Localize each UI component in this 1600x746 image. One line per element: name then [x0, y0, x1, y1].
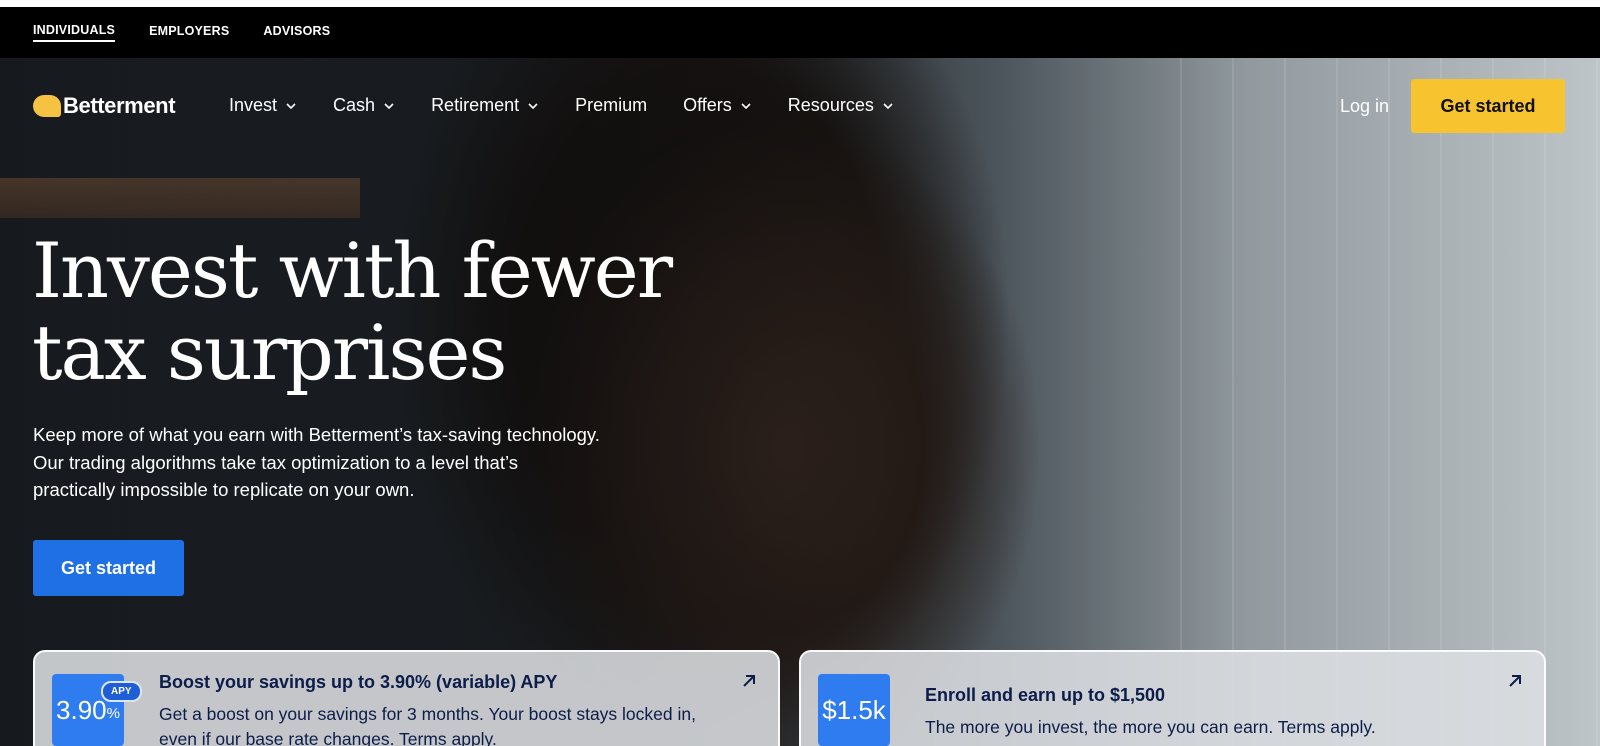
badge-suffix: % [106, 704, 120, 722]
hero-background [0, 58, 1600, 746]
apy-tag: APY [101, 681, 142, 702]
nav-item-cash[interactable]: Cash [333, 95, 395, 116]
nav-item-resources[interactable]: Resources [788, 95, 894, 116]
promo-card-enroll[interactable]: $1.5k Enroll and earn up to $1,500 The m… [799, 650, 1546, 746]
chevron-down-icon [527, 100, 539, 112]
card-title: Enroll and earn up to $1,500 [925, 685, 1166, 705]
nav-item-label: Retirement [431, 95, 520, 115]
tab-advisors[interactable]: ADVISORS [263, 24, 330, 41]
background-shelf [0, 178, 360, 218]
promo-card-savings[interactable]: 3.90% APY Boost your savings up to 3.90%… [33, 650, 780, 746]
tab-employers[interactable]: EMPLOYERS [149, 24, 229, 41]
headline-line-2: tax surprises [32, 308, 507, 397]
get-started-button-header[interactable]: Get started [1411, 79, 1565, 133]
subtitle-line-3: practically impossible to replicate on y… [33, 479, 415, 500]
badge-value: 3.90 [56, 694, 107, 725]
hero-subtitle: Keep more of what you earn with Betterme… [33, 421, 613, 504]
headline-line-1: Invest with fewer [32, 226, 673, 315]
chevron-down-icon [740, 100, 752, 112]
chevron-down-icon [383, 100, 395, 112]
arrow-up-right-icon[interactable] [1506, 672, 1524, 690]
background-wall [1180, 58, 1600, 746]
nav-item-label: Cash [333, 95, 376, 115]
nav-item-label: Premium [575, 95, 648, 115]
get-started-button-hero[interactable]: Get started [33, 540, 184, 596]
logo-mark-icon [33, 95, 61, 117]
nav-item-retirement[interactable]: Retirement [431, 95, 539, 116]
card-title: Boost your savings up to 3.90% (variable… [159, 672, 558, 692]
tab-individuals[interactable]: INDIVIDUALS [33, 23, 116, 42]
arrow-up-right-icon[interactable] [740, 672, 758, 690]
nav-item-label: Offers [683, 95, 732, 115]
subtitle-line-1: Keep more of what you earn with Betterme… [33, 424, 600, 445]
nav-item-label: Invest [229, 95, 278, 115]
nav-item-label: Resources [787, 95, 874, 115]
nav-menu: Invest Cash Retirement Premium Offers Re… [229, 95, 894, 116]
nav-item-premium[interactable]: Premium [575, 95, 647, 116]
subtitle-line-2: Our trading algorithms take tax optimiza… [33, 451, 519, 473]
nav-item-invest[interactable]: Invest [229, 95, 297, 116]
page-title: Invest with fewer tax surprises [32, 230, 732, 394]
logo-text: Betterment [63, 93, 176, 118]
nav-item-offers[interactable]: Offers [683, 95, 752, 116]
badge-value: $1.5k [822, 694, 886, 725]
card-description: Get a boost on your savings for 3 months… [159, 704, 696, 746]
logo[interactable]: Betterment [33, 93, 176, 119]
main-nav: Betterment Invest Cash Retirement Premiu… [0, 79, 1600, 133]
chevron-down-icon [882, 100, 894, 112]
card-description: The more you invest, the more you can ea… [925, 717, 1376, 737]
audience-bar: INDIVIDUALS EMPLOYERS ADVISORS [0, 7, 1600, 58]
chevron-down-icon [285, 100, 297, 112]
bonus-badge: $1.5k [818, 674, 890, 746]
login-link[interactable]: Log in [1340, 96, 1389, 117]
